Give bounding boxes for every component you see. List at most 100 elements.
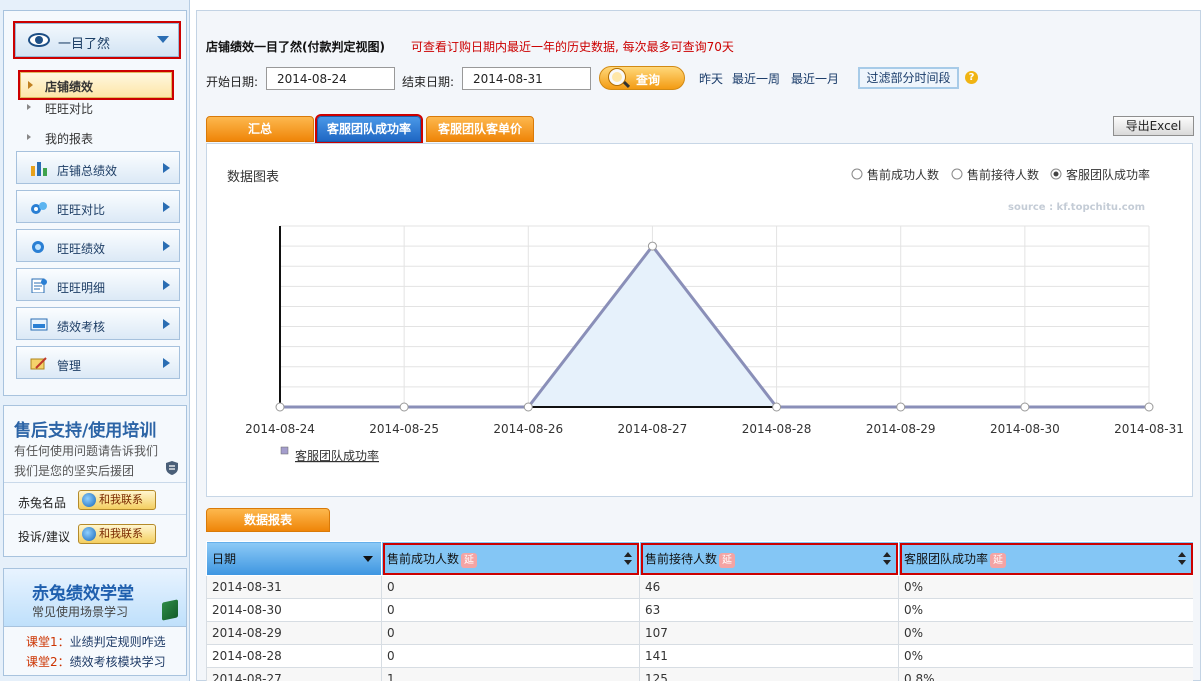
menu-wangwang-compare[interactable]: 旺旺对比	[16, 190, 180, 223]
arrow-right-icon	[163, 202, 170, 212]
x-tick-label: 2014-08-30	[990, 422, 1060, 436]
cell-date: 2014-08-30	[206, 598, 382, 622]
series-radio-2[interactable]: 客服团队成功率	[1050, 167, 1150, 182]
overview-dropdown[interactable]: 一目了然	[13, 21, 181, 59]
wangwang-icon	[32, 241, 44, 253]
data-point[interactable]	[772, 402, 782, 412]
menu-wangwang-performance[interactable]: 旺旺绩效	[16, 229, 180, 262]
table-row: 2014-08-28 0 141 0%	[206, 644, 1193, 668]
support-title: 售后支持/使用培训	[14, 421, 157, 441]
menu-wangwang-detail[interactable]: 旺旺明细	[16, 268, 180, 301]
contact-me-button[interactable]: 和我联系	[78, 524, 156, 544]
tab-summary[interactable]: 汇总	[206, 116, 314, 142]
data-point[interactable]	[647, 241, 657, 251]
lesson-prefix: 课堂1：	[26, 635, 70, 649]
cell-date: 2014-08-28	[206, 644, 382, 668]
data-point[interactable]	[399, 402, 409, 412]
radio-button[interactable]	[851, 168, 863, 180]
divider	[4, 482, 186, 483]
tab-team-avg-order[interactable]: 客服团队客单价	[426, 116, 534, 142]
sort-desc-icon	[363, 556, 373, 562]
series-radio-1[interactable]: 售前接待人数	[951, 167, 1039, 182]
sort-icon	[883, 552, 891, 566]
x-tick-label: 2014-08-24	[245, 422, 315, 436]
end-date-label: 结束日期:	[402, 75, 455, 89]
book-icon	[162, 599, 178, 621]
contact-row: 赤兔名品	[18, 494, 66, 511]
chart-legend[interactable]: 客服团队成功率	[280, 446, 379, 463]
cell-presale-success: 0	[381, 575, 640, 599]
arrow-right-icon	[163, 319, 170, 329]
legend-checkbox[interactable]	[280, 446, 289, 455]
delay-badge: 延	[461, 552, 478, 568]
academy-banner[interactable]: 赤兔绩效学堂 常见使用场景学习	[4, 569, 186, 627]
filter-time-range-button[interactable]: 过滤部分时间段	[858, 67, 959, 89]
start-date-input[interactable]	[266, 67, 395, 90]
menu-shop-total-performance[interactable]: 店铺总绩效	[16, 151, 180, 184]
column-header-team-success-rate[interactable]: 客服团队成功率延	[898, 541, 1193, 576]
bar-chart-icon	[31, 162, 47, 176]
last-month-link[interactable]: 最近一月	[791, 70, 839, 87]
data-table: 日期 售前成功人数延 售前接待人数延 客服团队成功率延 2014-08-31 0…	[206, 541, 1193, 681]
arrow-right-icon	[163, 358, 170, 368]
column-header-label: 日期	[212, 552, 237, 566]
tab-team-success-rate[interactable]: 客服团队成功率	[315, 114, 423, 144]
table-row: 2014-08-27 1 125 0.8%	[206, 667, 1193, 681]
radio-selected-dot	[1053, 171, 1059, 177]
academy-subtitle: 常见使用场景学习	[32, 605, 129, 619]
page-title: 店铺绩效一目了然(付款判定视图)	[206, 40, 385, 54]
cell-presale-success: 0	[381, 598, 640, 622]
sidebar-item-wangwang-compare[interactable]: 旺旺对比	[27, 100, 93, 117]
radio-label: 客服团队成功率	[1066, 167, 1150, 182]
series-radio-0[interactable]: 售前成功人数	[851, 167, 939, 182]
tab-data-report[interactable]: 数据报表	[206, 508, 330, 532]
column-header-date[interactable]: 日期	[206, 541, 382, 576]
delay-badge: 延	[719, 552, 736, 568]
support-text: 我们是您的坚实后援团	[14, 464, 135, 478]
column-header-label: 售前接待人数	[645, 551, 718, 566]
column-header-presale-success[interactable]: 售前成功人数延	[381, 541, 640, 576]
search-icon	[609, 69, 625, 85]
x-tick-label: 2014-08-26	[493, 422, 563, 436]
sidebar-item-my-report[interactable]: 我的报表	[27, 130, 93, 147]
cell-success-rate: 0.8%	[898, 667, 1193, 681]
academy-title: 赤兔绩效学堂	[32, 584, 134, 604]
delay-badge: 延	[990, 552, 1007, 568]
query-button[interactable]: 查询	[599, 66, 685, 90]
data-point[interactable]	[1144, 402, 1154, 412]
data-point[interactable]	[523, 402, 533, 412]
contact-button-label: 和我联系	[99, 527, 143, 540]
sidebar-item-label: 我的报表	[45, 132, 94, 146]
menu-label: 旺旺对比	[57, 203, 106, 217]
cell-presale-success: 1	[381, 667, 640, 681]
menu-label: 绩效考核	[57, 320, 106, 334]
sidebar-item-shop-performance[interactable]: 店铺绩效	[18, 70, 174, 100]
sidebar-item-label: 旺旺对比	[45, 102, 94, 116]
help-icon[interactable]: ?	[965, 71, 978, 84]
contact-me-button[interactable]: 和我联系	[78, 490, 156, 510]
lesson-link[interactable]: 课堂2：绩效考核模块学习	[26, 653, 166, 670]
export-excel-button[interactable]: 导出Excel	[1113, 116, 1194, 136]
radio-button[interactable]	[951, 168, 963, 180]
cell-presale-reception: 125	[639, 667, 899, 681]
data-point[interactable]	[896, 402, 906, 412]
support-panel: 售后支持/使用培训 有任何使用问题请告诉我们 我们是您的坚实后援团 赤兔名品 和…	[3, 405, 187, 557]
cell-success-rate: 0%	[898, 575, 1193, 599]
column-header-presale-reception[interactable]: 售前接待人数延	[639, 541, 899, 576]
menu-assessment[interactable]: 绩效考核	[16, 307, 180, 340]
data-point[interactable]	[1020, 402, 1030, 412]
chevron-down-icon	[157, 36, 169, 43]
radio-label: 售前成功人数	[867, 167, 939, 182]
last-week-link[interactable]: 最近一周	[732, 70, 780, 87]
end-date-input[interactable]	[462, 67, 591, 90]
menu-label: 旺旺明细	[57, 281, 106, 295]
data-point[interactable]	[275, 402, 285, 412]
menu-manage[interactable]: 管理	[16, 346, 180, 379]
query-button-label: 查询	[636, 73, 661, 87]
x-tick-label: 2014-08-28	[742, 422, 812, 436]
main-content: 店铺绩效一目了然(付款判定视图) 可查看订购日期内最近一年的历史数据, 每次最多…	[196, 10, 1201, 681]
lesson-link[interactable]: 课堂1：业绩判定规则咋选	[26, 633, 166, 650]
yesterday-link[interactable]: 昨天	[699, 70, 723, 87]
nav-panel: 一目了然 店铺绩效 旺旺对比 我的报表 店铺总绩效 旺旺对比 旺旺绩效 旺旺明细…	[3, 10, 187, 396]
x-tick-label: 2014-08-25	[369, 422, 439, 436]
